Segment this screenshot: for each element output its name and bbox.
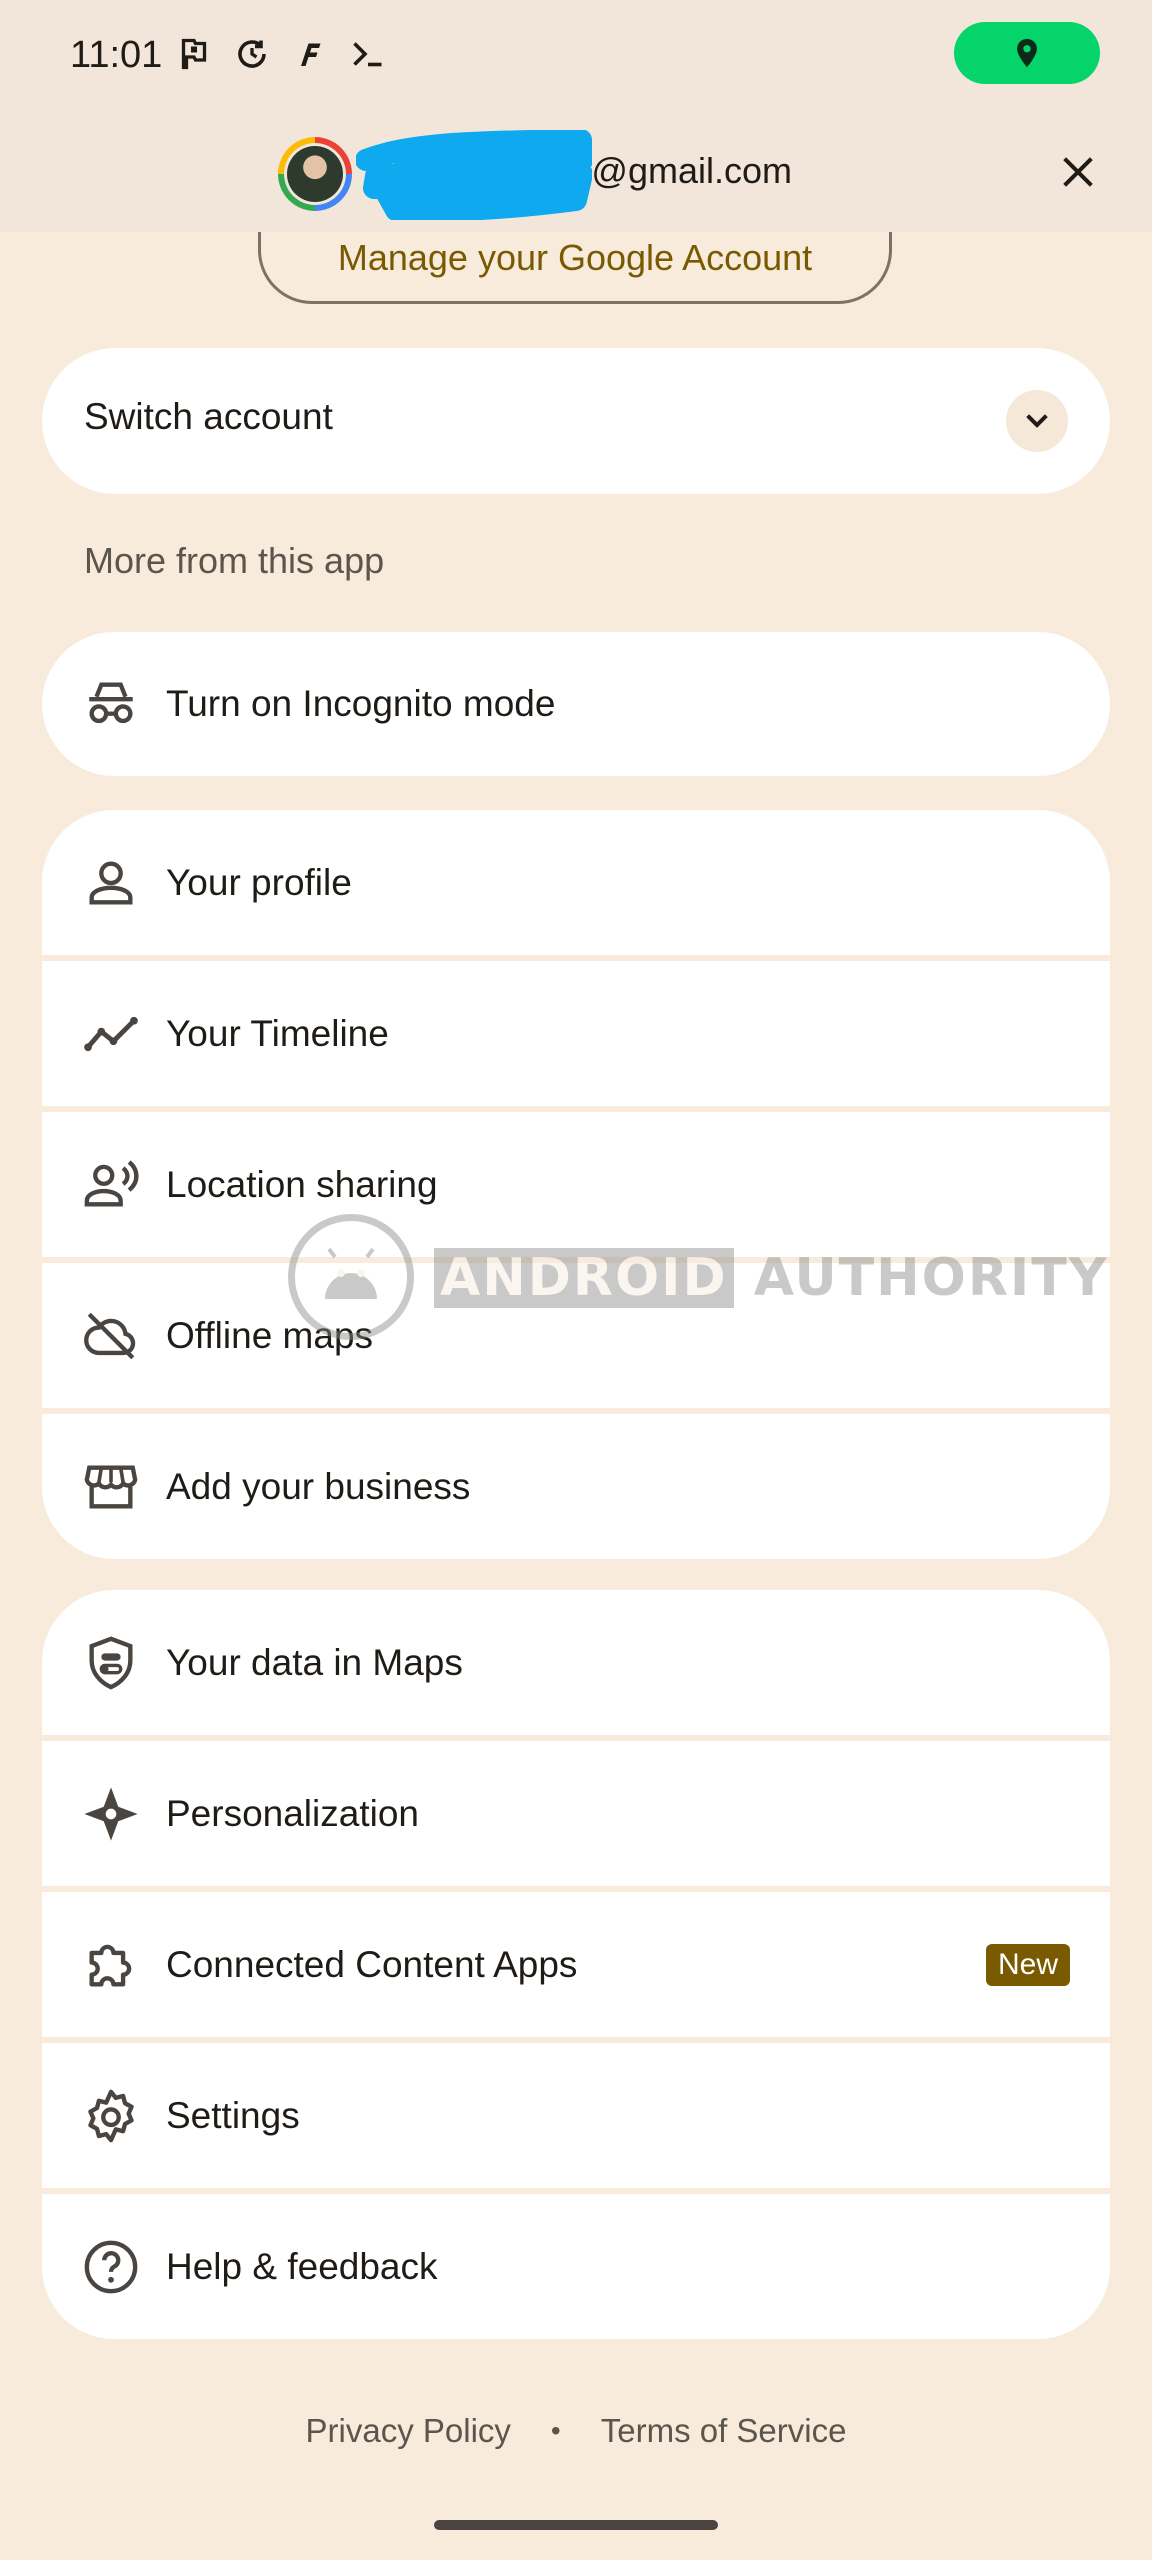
avatar-photo — [287, 146, 343, 202]
menu-item-label: Settings — [166, 2095, 300, 2136]
menu-item-your-data-in-maps[interactable]: Your data in Maps — [42, 1590, 1110, 1735]
home-indicator[interactable] — [434, 2520, 718, 2530]
new-badge: New — [986, 1944, 1071, 1986]
menu-item-label: Add your business — [166, 1466, 471, 1507]
terminal-icon — [353, 42, 382, 67]
location-pin-icon — [1017, 38, 1037, 68]
terms-of-service-link[interactable]: Terms of Service — [601, 2412, 847, 2450]
close-icon — [1063, 157, 1093, 187]
menu-item-label: Your Timeline — [166, 1013, 389, 1054]
menu-item-your-profile[interactable]: Your profile — [42, 810, 1110, 955]
puzzle-icon — [82, 1936, 140, 1994]
menu-item-your-timeline[interactable]: Your Timeline — [42, 961, 1110, 1106]
chevron-down-icon — [1026, 414, 1048, 428]
location-indicator[interactable] — [954, 22, 1100, 84]
flag-icon — [181, 38, 207, 70]
offline-maps-icon — [82, 1307, 140, 1365]
menu-item-label: Location sharing — [166, 1164, 438, 1205]
menu-item-label: Your profile — [166, 862, 352, 903]
avatar[interactable] — [278, 137, 352, 211]
incognito-mode-item[interactable]: Turn on Incognito mode — [42, 632, 1110, 776]
menu-item-personalization[interactable]: Personalization — [42, 1741, 1110, 1886]
help-icon — [82, 2238, 140, 2296]
account-header: @gmail.com — [0, 112, 1152, 232]
f-app-icon — [301, 43, 321, 66]
menu-item-settings[interactable]: Settings — [42, 2043, 1110, 2188]
incognito-icon — [82, 675, 140, 733]
close-button[interactable] — [1050, 144, 1106, 200]
menu-item-offline-maps[interactable]: Offline maps — [42, 1263, 1110, 1408]
manage-account-label: Manage your Google Account — [337, 237, 813, 278]
more-from-app-heading: More from this app — [84, 540, 385, 581]
menu-item-label: Help & feedback — [166, 2246, 438, 2287]
status-bar: 11:01 — [0, 0, 1152, 112]
menu-item-label: Your data in Maps — [166, 1642, 463, 1683]
expand-accounts-button[interactable] — [1006, 390, 1068, 452]
footer-links: Privacy Policy • Terms of Service — [0, 2412, 1152, 2450]
sync-icon — [238, 40, 266, 68]
menu-item-connected-content-apps[interactable]: Connected Content Apps New — [42, 1892, 1110, 2037]
switch-account-label: Switch account — [84, 396, 333, 437]
menu-item-help-feedback[interactable]: Help & feedback — [42, 2194, 1110, 2339]
person-icon — [82, 854, 140, 912]
incognito-label: Turn on Incognito mode — [166, 683, 556, 724]
location-sharing-icon — [82, 1156, 140, 1214]
privacy-policy-link[interactable]: Privacy Policy — [306, 2412, 511, 2450]
storefront-icon — [82, 1458, 140, 1516]
menu-item-add-your-business[interactable]: Add your business — [42, 1414, 1110, 1559]
menu-item-label: Offline maps — [166, 1315, 374, 1356]
menu-item-label: Connected Content Apps — [166, 1944, 578, 1985]
menu-item-location-sharing[interactable]: Location sharing — [42, 1112, 1110, 1257]
settings-menu-group: Your data in Maps Personalization Connec… — [42, 1590, 1110, 2339]
footer-separator: • — [550, 2415, 561, 2446]
shield-icon — [82, 1634, 140, 1692]
sparkle-icon — [82, 1785, 140, 1843]
account-menu-group: Your profile Your Timeline Location shar… — [42, 810, 1110, 1559]
status-time: 11:01 — [70, 34, 163, 76]
switch-account-card[interactable]: Switch account — [42, 348, 1110, 494]
email-redaction-scribble — [356, 130, 592, 220]
status-icons — [176, 36, 386, 72]
timeline-icon — [82, 1005, 140, 1063]
gear-icon — [82, 2087, 140, 2145]
menu-item-label: Personalization — [166, 1793, 419, 1834]
